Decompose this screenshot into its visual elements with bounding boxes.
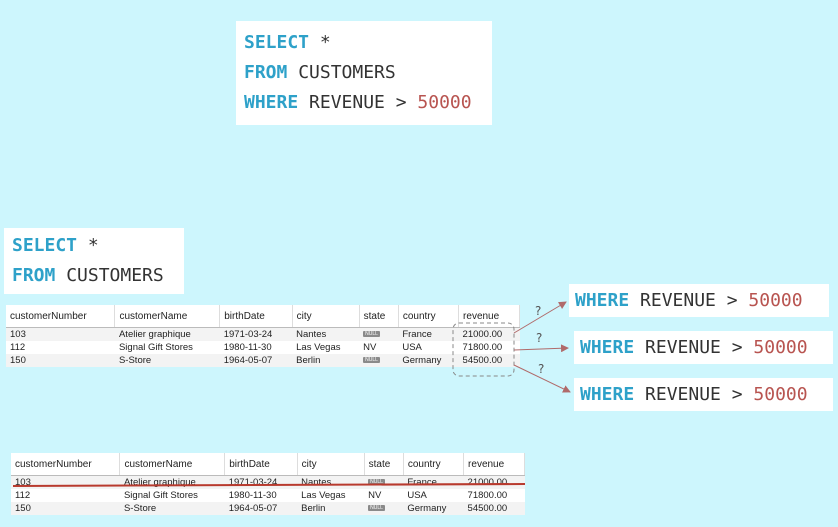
question-mark: ? xyxy=(536,331,542,345)
question-mark: ? xyxy=(535,304,541,318)
strike-line xyxy=(12,483,526,487)
annotation-overlay: ? ? ? xyxy=(12,301,571,487)
question-mark: ? xyxy=(538,362,544,376)
arrow-to-where-2 xyxy=(513,344,569,353)
revenue-highlight xyxy=(452,322,515,377)
